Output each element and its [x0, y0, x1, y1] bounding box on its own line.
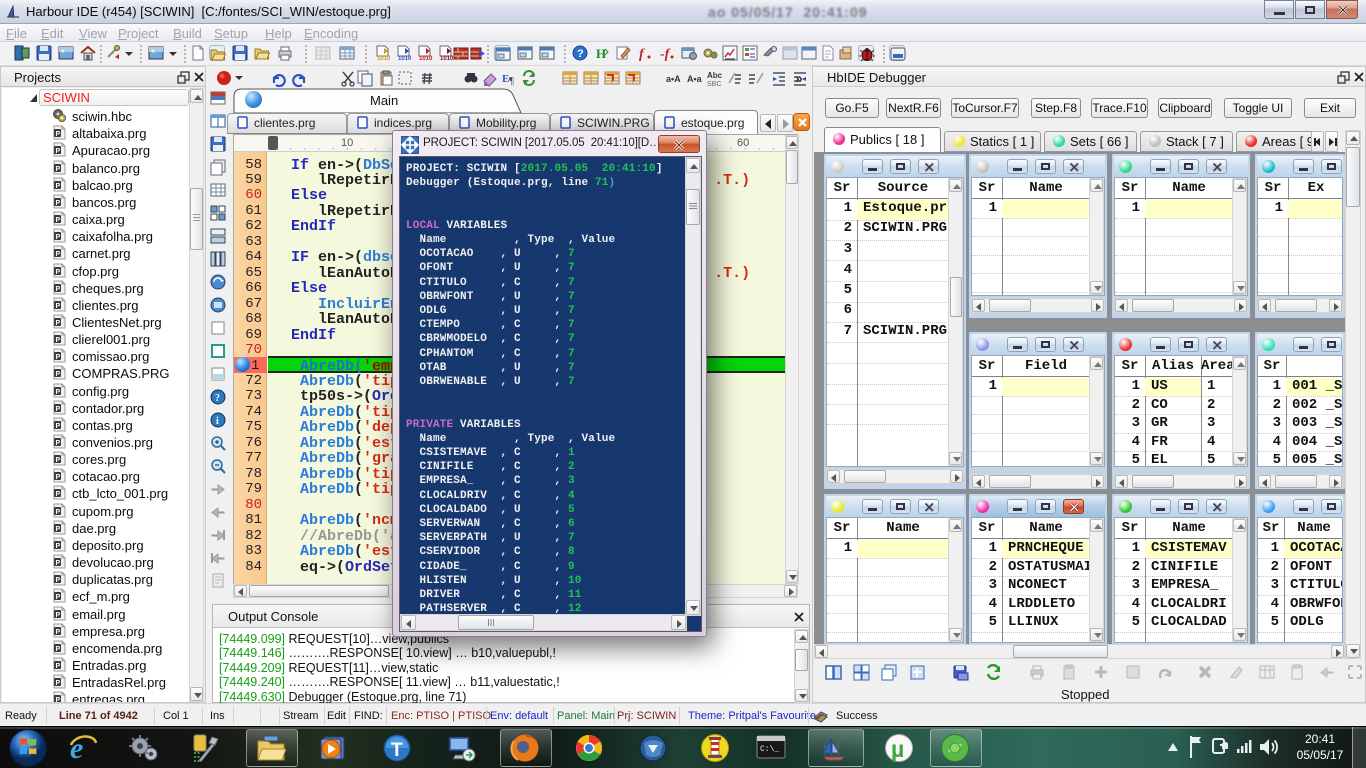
svg-text:P: P: [56, 234, 61, 241]
svg-text:P: P: [56, 251, 61, 258]
svg-text:f: f: [639, 47, 645, 61]
svg-text:1010: 1010: [440, 56, 454, 61]
svg-text:?: ?: [215, 393, 220, 404]
svg-text:1010: 1010: [419, 56, 433, 61]
svg-text:P: P: [56, 440, 61, 447]
svg-text:A•a: A•a: [687, 74, 703, 84]
svg-text:P: P: [56, 183, 61, 190]
svg-text:P: P: [56, 200, 61, 207]
svg-text:P: P: [56, 406, 61, 413]
svg-text:P: P: [56, 217, 61, 224]
svg-text:P: P: [56, 577, 61, 584]
svg-text:P: P: [56, 148, 61, 155]
svg-text:a•A: a•A: [666, 74, 681, 84]
svg-text:P: P: [56, 594, 61, 601]
svg-text:P: P: [56, 269, 61, 276]
svg-text:P: P: [56, 303, 61, 310]
svg-text:?: ?: [577, 48, 584, 60]
svg-text:P: P: [56, 320, 61, 327]
svg-text:P: P: [56, 389, 61, 396]
svg-text:T: T: [391, 740, 403, 761]
svg-text:P: P: [56, 663, 61, 670]
svg-text:¶: ¶: [509, 75, 514, 87]
svg-text:P: P: [56, 543, 61, 550]
svg-text:P: P: [56, 166, 61, 173]
svg-text:i: i: [216, 416, 219, 427]
svg-text:P: P: [56, 371, 61, 378]
svg-text:SBC: SBC: [707, 81, 721, 87]
svg-text:P: P: [56, 509, 61, 516]
svg-text:P: P: [56, 491, 61, 498]
svg-text:P: P: [56, 560, 61, 567]
svg-text:C:\_: C:\_: [760, 745, 779, 754]
svg-text:µ: µ: [891, 736, 904, 762]
svg-text:-f: -f: [660, 47, 671, 61]
svg-text:P: P: [56, 646, 61, 653]
svg-text:P: P: [56, 526, 61, 533]
svg-text:Abc: Abc: [707, 71, 723, 80]
svg-text:1010: 1010: [398, 56, 412, 61]
svg-text:P: P: [56, 612, 61, 619]
svg-text:P: P: [56, 131, 61, 138]
svg-text:P: P: [56, 629, 61, 636]
svg-text:P: P: [56, 697, 61, 702]
svg-text:H: H: [596, 46, 606, 61]
svg-text:P: P: [56, 423, 61, 430]
svg-text:P: P: [56, 286, 61, 293]
svg-text:1010: 1010: [377, 56, 391, 61]
svg-text:P: P: [56, 337, 61, 344]
svg-text:P: P: [56, 457, 61, 464]
svg-text:P: P: [56, 680, 61, 687]
svg-text:P: P: [56, 474, 61, 481]
svg-text:P: P: [56, 354, 61, 361]
